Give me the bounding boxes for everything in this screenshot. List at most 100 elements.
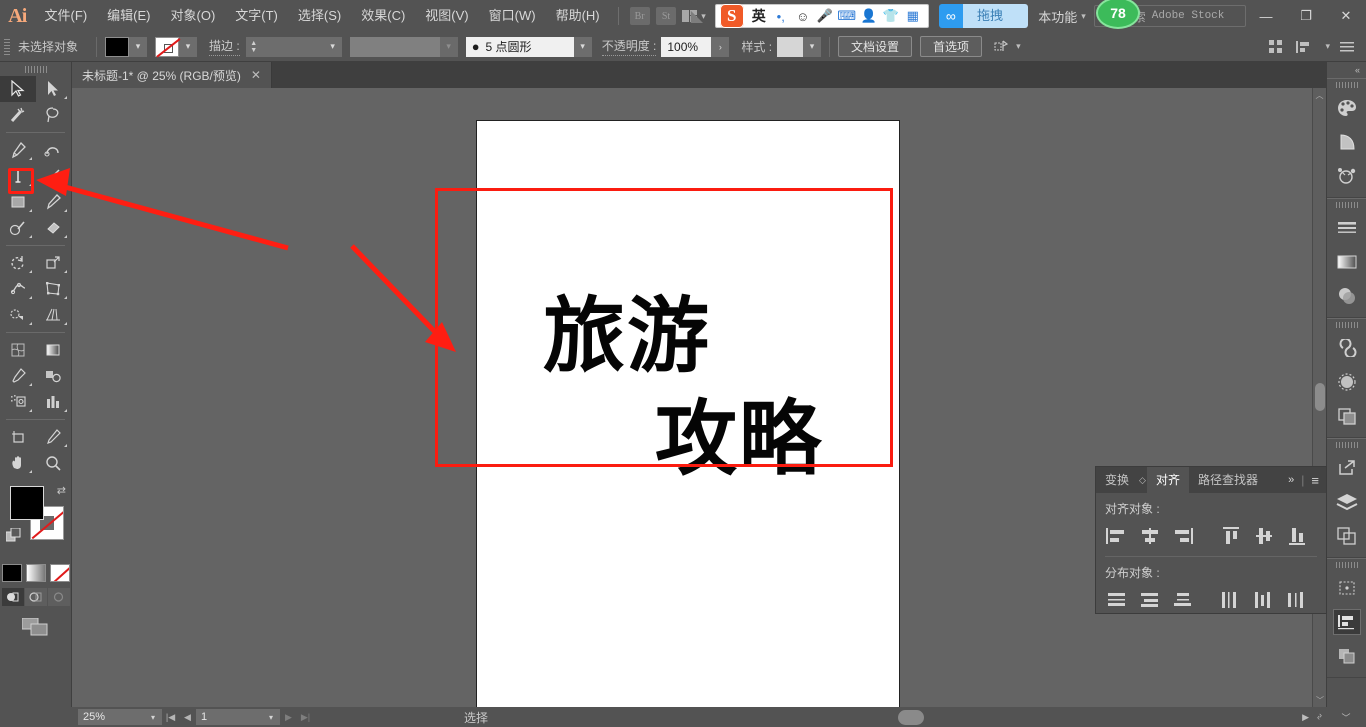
select-similar-icon[interactable] <box>990 36 1012 58</box>
swap-fill-stroke-icon[interactable]: ⇄ <box>57 484 66 497</box>
tools-panel-grip[interactable] <box>0 62 71 76</box>
slice-tool[interactable] <box>36 424 72 450</box>
tab-align[interactable]: 对齐 <box>1146 467 1189 493</box>
lasso-tool[interactable] <box>36 102 72 128</box>
select-similar-chevron-icon[interactable]: ▾ <box>1016 41 1021 52</box>
rotate-tool[interactable] <box>0 250 36 276</box>
fill-dropdown-icon[interactable]: ▾ <box>129 36 148 57</box>
menu-help[interactable]: 帮助(H) <box>546 0 610 32</box>
options-bar-grip[interactable] <box>4 37 12 57</box>
gradient-icon[interactable] <box>1327 245 1366 279</box>
align-left-edge-button[interactable] <box>1105 523 1130 549</box>
draw-normal-icon[interactable] <box>1 588 24 606</box>
dock-bottom-chevron-icon[interactable]: ﹀ <box>1326 707 1366 727</box>
type-tool[interactable] <box>0 163 36 189</box>
distribute-bottom-edge-button[interactable] <box>1170 587 1195 613</box>
menu-effect[interactable]: 效果(C) <box>351 0 415 32</box>
opacity-dropdown-icon[interactable]: › <box>711 36 730 57</box>
graphic-style-swatch[interactable] <box>777 36 804 57</box>
perspective-grid-tool[interactable] <box>36 302 72 328</box>
stroke-profile-select[interactable] <box>349 36 440 57</box>
align-panel-icon[interactable] <box>1293 36 1315 58</box>
menu-object[interactable]: 对象(O) <box>161 0 226 32</box>
distribute-top-edge-button[interactable] <box>1105 587 1130 613</box>
rectangle-tool[interactable] <box>0 189 36 215</box>
restore-button[interactable]: ❐ <box>1286 0 1326 32</box>
menu-type[interactable]: 文字(T) <box>225 0 288 32</box>
hand-tool[interactable] <box>0 450 36 476</box>
last-artboard-icon[interactable]: ▶| <box>297 709 314 725</box>
prev-artboard-icon[interactable]: ◀ <box>179 709 196 725</box>
align-chevron-icon[interactable]: ▾ <box>1325 41 1330 52</box>
align-top-edge-button[interactable] <box>1219 523 1244 549</box>
paintbrush-tool[interactable] <box>36 189 72 215</box>
stroke-weight-label[interactable]: 描边 : <box>209 37 240 56</box>
close-button[interactable]: ✕ <box>1326 0 1366 32</box>
scrollbar-thumb[interactable] <box>1315 383 1325 411</box>
default-fill-stroke-icon[interactable] <box>5 527 22 547</box>
sogou-logo-icon[interactable]: S <box>719 4 744 28</box>
scroll-up-icon[interactable]: ︿ <box>1313 88 1326 102</box>
zoom-level-dropdown-icon[interactable]: ▾ <box>144 709 162 725</box>
line-segment-tool[interactable] <box>36 163 72 189</box>
artboard-text-line-2[interactable]: 攻略 <box>655 399 823 481</box>
opacity-input[interactable]: 100% <box>661 36 712 57</box>
menu-view[interactable]: 视图(V) <box>415 0 478 32</box>
sogou-ime-bar[interactable]: S 英 •, ☺ 🎤 ⌨ 👤 👕 ▦ <box>714 4 929 28</box>
symbol-sprayer-tool[interactable] <box>0 389 36 415</box>
artboard-number-input[interactable]: 1 <box>196 709 262 725</box>
shaper-tool[interactable] <box>0 215 36 241</box>
drag-upload-button[interactable]: ∞ 拖拽上传 <box>938 4 1029 28</box>
artboard-number-dropdown-icon[interactable]: ▾ <box>262 709 280 725</box>
align-vertical-center-button[interactable] <box>1252 523 1277 549</box>
transform-icon[interactable] <box>1327 571 1366 605</box>
distribute-vertical-center-button[interactable] <box>1138 587 1163 613</box>
align-icon[interactable] <box>1327 605 1366 639</box>
column-graph-tool[interactable] <box>36 389 72 415</box>
menu-window[interactable]: 窗口(W) <box>479 0 546 32</box>
opacity-label[interactable]: 不透明度 : <box>601 37 657 56</box>
none-swatch[interactable] <box>49 564 70 582</box>
canvas-area[interactable]: 旅游 攻略 ︿ ﹀ <box>72 88 1326 707</box>
layers-icon[interactable] <box>1327 485 1366 519</box>
free-transform-tool[interactable] <box>36 276 72 302</box>
brush-dropdown-icon[interactable]: ▾ <box>573 36 592 57</box>
gradient-swatch[interactable] <box>25 564 46 582</box>
first-artboard-icon[interactable]: |◀ <box>162 709 179 725</box>
shape-builder-tool[interactable] <box>0 302 36 328</box>
artboard-tool[interactable] <box>0 424 36 450</box>
artboard-text-line-1[interactable]: 旅游 <box>543 296 711 378</box>
scroll-right-icon[interactable]: › <box>1319 710 1322 720</box>
stroke-weight-stepper[interactable]: ▲ ▼ <box>245 36 262 57</box>
zoom-tool[interactable] <box>36 450 72 476</box>
stock-icon[interactable]: St <box>656 5 676 27</box>
menu-select[interactable]: 选择(S) <box>288 0 351 32</box>
align-right-edge-button[interactable] <box>1170 523 1195 549</box>
align-bottom-edge-button[interactable] <box>1284 523 1309 549</box>
user-icon[interactable]: 👤 <box>858 5 880 27</box>
keyboard-icon[interactable]: ⌨ <box>836 5 858 27</box>
magic-wand-tool[interactable] <box>0 102 36 128</box>
direct-selection-tool[interactable] <box>36 76 72 102</box>
stroke-color-swatch[interactable] <box>155 36 180 57</box>
minimize-button[interactable]: — <box>1246 0 1286 32</box>
workspace-chevron-down-icon[interactable]: ▾ <box>1081 11 1086 22</box>
close-icon[interactable]: ✕ <box>251 68 261 82</box>
tab-pathfinder[interactable]: 路径查找器 <box>1189 467 1267 493</box>
horizontal-scrollbar-thumb[interactable] <box>898 710 924 725</box>
ime-punctuation-toggle[interactable]: •, <box>770 5 792 27</box>
pathfinder-icon[interactable] <box>1327 639 1366 673</box>
apps-icon[interactable]: ▦ <box>902 5 924 27</box>
menu-edit[interactable]: 编辑(E) <box>97 0 160 32</box>
document-setup-button[interactable]: 文档设置 <box>838 36 913 57</box>
menu-file[interactable]: 文件(F) <box>35 0 98 32</box>
collapse-panels-icon[interactable]: « <box>1327 62 1366 78</box>
screen-mode-icon[interactable] <box>21 617 50 639</box>
graphic-styles-icon[interactable] <box>1327 399 1366 433</box>
draw-behind-icon[interactable] <box>24 588 47 606</box>
pen-tool[interactable] <box>0 137 36 163</box>
panel-overflow-icon[interactable]: » <box>1288 474 1294 486</box>
tab-drag-handle-icon[interactable]: ◇ <box>1139 475 1146 486</box>
align-horizontal-center-button[interactable] <box>1138 523 1163 549</box>
emoji-icon[interactable]: ☺ <box>792 5 814 27</box>
